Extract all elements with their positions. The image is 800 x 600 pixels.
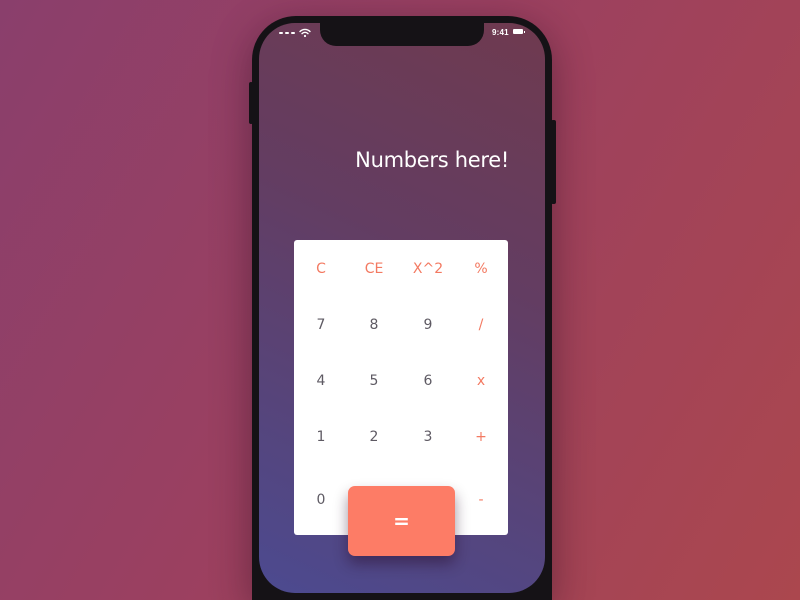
digit-0-button[interactable]: 0 <box>296 485 346 515</box>
wifi-icon <box>299 28 311 38</box>
phone-side-button-left <box>249 82 253 124</box>
clear-entry-button[interactable]: CE <box>349 254 399 284</box>
digit-7-button[interactable]: 7 <box>296 310 346 340</box>
digit-9-button[interactable]: 9 <box>403 310 453 340</box>
square-button[interactable]: X^2 <box>403 254 453 284</box>
digit-1-button[interactable]: 1 <box>296 422 346 452</box>
battery-icon <box>513 29 525 34</box>
digit-6-button[interactable]: 6 <box>403 366 453 396</box>
digit-3-button[interactable]: 3 <box>403 422 453 452</box>
digit-4-button[interactable]: 4 <box>296 366 346 396</box>
phone-notch <box>320 23 484 46</box>
digit-5-button[interactable]: 5 <box>349 366 399 396</box>
add-button[interactable]: + <box>456 422 506 452</box>
equals-button[interactable]: = <box>348 486 455 556</box>
digit-8-button[interactable]: 8 <box>349 310 399 340</box>
signal-icon <box>279 32 295 34</box>
phone-screen: 9:41 Numbers here! C CE X^2 % 7 8 9 / 4 … <box>259 23 545 593</box>
subtract-button[interactable]: - <box>456 485 506 515</box>
phone-side-button-right <box>551 120 556 204</box>
multiply-button[interactable]: x <box>456 366 506 396</box>
percent-button[interactable]: % <box>456 254 506 284</box>
divide-button[interactable]: / <box>456 310 506 340</box>
clear-button[interactable]: C <box>296 254 346 284</box>
phone-frame: 9:41 Numbers here! C CE X^2 % 7 8 9 / 4 … <box>249 16 556 600</box>
digit-2-button[interactable]: 2 <box>349 422 399 452</box>
calculator-display: Numbers here! <box>355 148 509 172</box>
status-time: 9:41 <box>492 28 509 37</box>
